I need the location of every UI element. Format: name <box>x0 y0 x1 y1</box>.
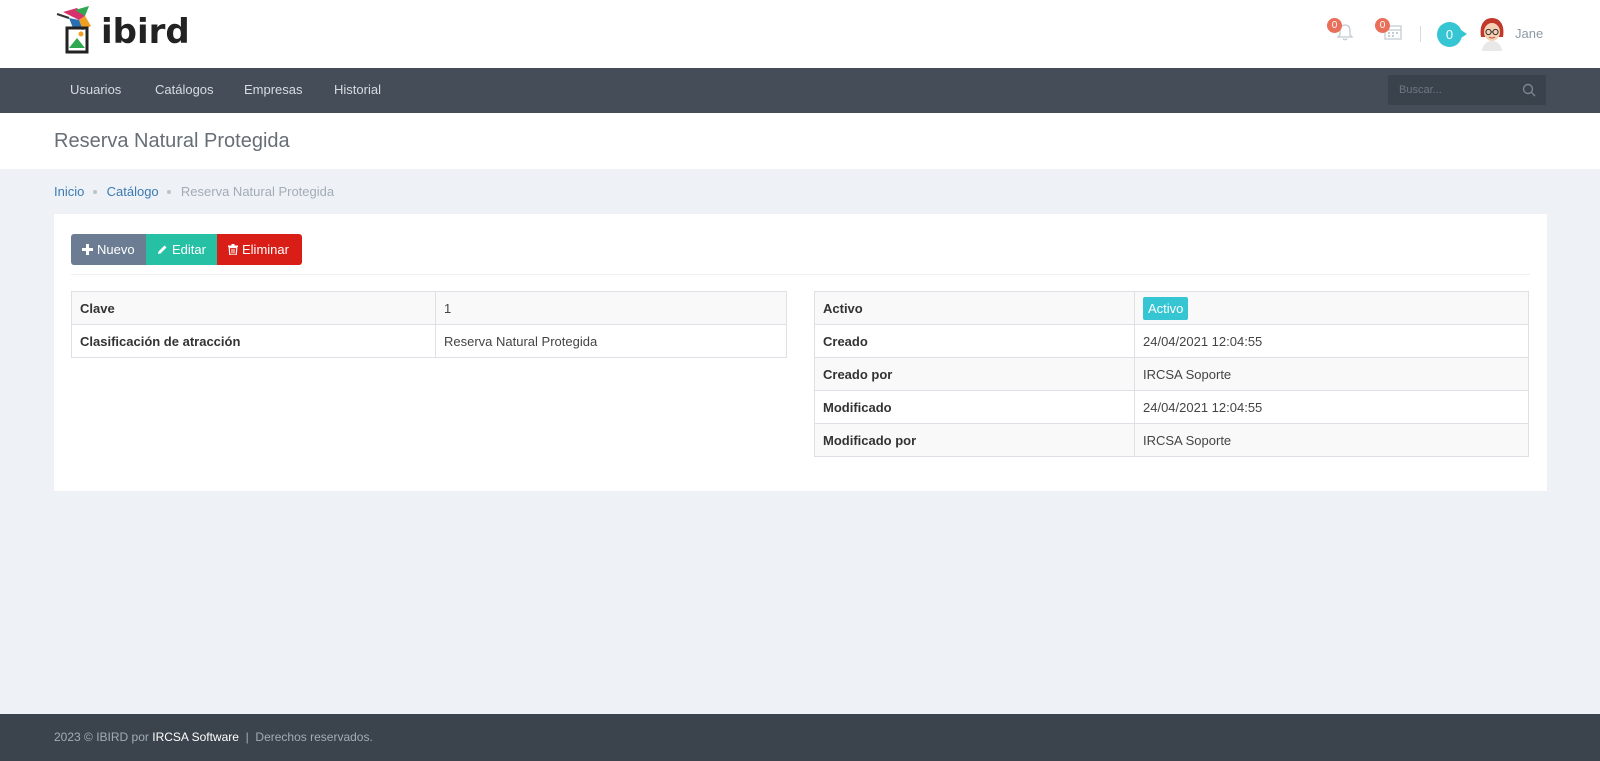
field-label: Creado por <box>814 357 1135 391</box>
delete-button-label: Eliminar <box>242 242 289 257</box>
detail-card: Nuevo Editar Eliminar Clave 1 Clasificac… <box>54 214 1547 491</box>
calendar-count-badge: 0 <box>1375 18 1390 33</box>
plus-icon <box>82 244 93 255</box>
hummingbird-icon <box>56 6 91 54</box>
notifications-count-badge: 0 <box>1327 18 1342 33</box>
table-row: Creado 24/04/2021 12:04:55 <box>814 324 1529 358</box>
page-title: Reserva Natural Protegida <box>54 130 290 152</box>
field-value: IRCSA Soporte <box>1134 423 1529 457</box>
search-icon[interactable] <box>1522 83 1536 97</box>
page-footer: 2023 © IBIRD por IRCSA Software | Derech… <box>0 714 1600 761</box>
top-header: ibird 0 0 0 Jane <box>0 0 1600 68</box>
field-value: 24/04/2021 12:04:55 <box>1134 324 1529 358</box>
field-label: Activo <box>814 291 1135 325</box>
field-label: Clave <box>71 291 436 325</box>
table-row: Clave 1 <box>71 291 787 325</box>
edit-button[interactable]: Editar <box>146 234 217 265</box>
search-input[interactable] <box>1388 75 1513 105</box>
main-navbar: Usuarios Catálogos Empresas Historial <box>0 68 1600 113</box>
field-label: Clasificación de atracción <box>71 324 436 358</box>
field-label: Modificado <box>814 390 1135 424</box>
search-box <box>1388 75 1546 105</box>
breadcrumb-separator <box>92 189 97 194</box>
footer-rights: Derechos reservados. <box>255 730 373 744</box>
breadcrumb-separator <box>167 189 172 194</box>
breadcrumb-catalog[interactable]: Catálogo <box>107 184 159 199</box>
brand-name: ibird <box>101 12 190 52</box>
calendar-button[interactable]: 0 <box>1375 18 1405 44</box>
field-label: Creado <box>814 324 1135 358</box>
header-divider <box>1420 26 1421 42</box>
breadcrumb-current: Reserva Natural Protegida <box>180 184 335 199</box>
table-row: Activo Activo <box>814 291 1529 325</box>
field-value: 1 <box>435 291 787 325</box>
trash-icon <box>228 244 238 255</box>
table-row: Creado por IRCSA Soporte <box>814 357 1529 391</box>
field-value: Activo <box>1134 291 1529 325</box>
new-button-label: Nuevo <box>97 242 135 257</box>
details-table-left: Clave 1 Clasificación de atracción Reser… <box>71 291 787 358</box>
footer-company-link[interactable]: IRCSA Software <box>152 730 239 744</box>
new-button[interactable]: Nuevo <box>71 234 146 265</box>
username-label[interactable]: Jane <box>1515 26 1543 41</box>
notifications-button[interactable]: 0 <box>1327 18 1357 44</box>
field-value: Reserva Natural Protegida <box>435 324 787 358</box>
breadcrumb: Inicio Catálogo Reserva Natural Protegid… <box>54 184 334 199</box>
messages-count-bubble[interactable]: 0 <box>1437 22 1467 47</box>
delete-button[interactable]: Eliminar <box>217 234 302 265</box>
details-table-right: Activo Activo Creado 24/04/2021 12:04:55… <box>814 291 1529 457</box>
pencil-icon <box>158 245 167 254</box>
action-toolbar: Nuevo Editar Eliminar <box>71 234 302 265</box>
nav-item-historial[interactable]: Historial <box>334 82 381 97</box>
card-divider <box>71 274 1530 275</box>
field-label: Modificado por <box>814 423 1135 457</box>
footer-separator: | <box>245 730 249 744</box>
nav-item-empresas[interactable]: Empresas <box>244 82 303 97</box>
field-value: 24/04/2021 12:04:55 <box>1134 390 1529 424</box>
nav-item-catalogos[interactable]: Catálogos <box>155 82 214 97</box>
footer-copyright: 2023 © IBIRD por <box>54 730 149 744</box>
table-row: Modificado por IRCSA Soporte <box>814 423 1529 457</box>
field-value: IRCSA Soporte <box>1134 357 1529 391</box>
table-row: Modificado 24/04/2021 12:04:55 <box>814 390 1529 424</box>
edit-button-label: Editar <box>172 242 206 257</box>
footer-text: 2023 © IBIRD por IRCSA Software | Derech… <box>54 730 373 744</box>
nav-item-usuarios[interactable]: Usuarios <box>70 82 121 97</box>
breadcrumb-home[interactable]: Inicio <box>54 184 84 199</box>
user-avatar[interactable] <box>1478 17 1506 51</box>
table-row: Clasificación de atracción Reserva Natur… <box>71 324 787 358</box>
status-badge: Activo <box>1143 296 1189 320</box>
page-title-bar: Reserva Natural Protegida <box>0 113 1600 169</box>
brand-logo[interactable]: ibird <box>55 4 195 56</box>
